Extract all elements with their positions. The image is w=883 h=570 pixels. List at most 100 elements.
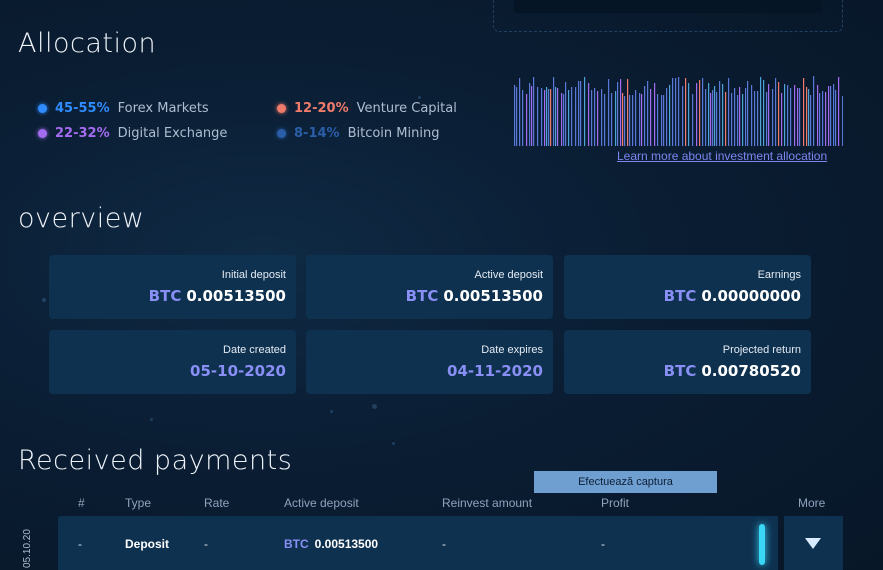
barcode-line — [719, 81, 721, 146]
card-label: Active deposit — [474, 269, 543, 281]
barcode-line — [597, 91, 599, 146]
barcode-line — [568, 90, 570, 146]
learn-more-link[interactable]: Learn more about investment allocation — [617, 149, 827, 163]
barcode-line — [639, 93, 641, 146]
barcode-line — [546, 87, 548, 146]
barcode-line — [716, 92, 718, 146]
legend-dot-icon — [38, 129, 47, 138]
barcode-line — [591, 90, 593, 146]
barcode-line — [669, 85, 671, 146]
top-panel-inner — [514, 0, 822, 13]
barcode-line — [808, 89, 810, 146]
barcode-line — [710, 93, 712, 146]
cell-rate: - — [204, 537, 208, 551]
barcode-line — [654, 83, 656, 146]
barcode-line — [537, 87, 539, 146]
barcode-line — [553, 77, 555, 146]
barcode-line — [742, 94, 744, 146]
barcode-line — [828, 86, 830, 146]
barcode-line — [550, 89, 552, 146]
barcode-line — [688, 83, 690, 146]
top-panel — [493, 0, 843, 32]
legend-label: Venture Capital — [356, 101, 457, 116]
barcode-line — [544, 90, 546, 146]
barcode-line — [584, 77, 586, 146]
barcode-line — [835, 90, 837, 146]
barcode-line — [714, 86, 716, 146]
barcode-line — [678, 77, 680, 146]
barcode-line — [728, 78, 730, 146]
barcode-line — [794, 85, 796, 146]
card-value: BTC 0.00513500 — [405, 287, 543, 305]
barcode-line — [632, 95, 634, 146]
barcode-line — [708, 83, 710, 146]
barcode-line — [588, 83, 590, 146]
barcode-line — [731, 93, 733, 146]
barcode-line — [594, 88, 596, 146]
barcode-line — [696, 83, 698, 146]
overview-title: overview — [18, 203, 145, 234]
legend-label: Bitcoin Mining — [347, 126, 440, 141]
barcode-line — [682, 86, 684, 146]
legend-dot-icon — [277, 104, 286, 113]
barcode-line — [830, 86, 832, 146]
legend-item-venture: 12-20% Venture Capital — [277, 101, 457, 116]
card-projected-return: Projected return BTC 0.00780520 — [564, 330, 811, 394]
barcode-line — [766, 92, 768, 146]
barcode-line — [620, 79, 622, 146]
barcode-line — [563, 94, 565, 146]
barcode-line — [799, 88, 801, 146]
barcode-line — [533, 77, 535, 146]
legend-label: Digital Exchange — [117, 126, 228, 141]
legend-pct: 22-32% — [55, 126, 110, 141]
barcode-line — [604, 94, 606, 146]
legend-item-forex: 45-55% Forex Markets — [38, 101, 209, 116]
barcode-line — [555, 87, 557, 146]
barcode-line — [781, 93, 783, 146]
barcode-line — [734, 88, 736, 146]
chevron-down-icon[interactable] — [805, 538, 821, 549]
barcode-line — [722, 84, 724, 146]
card-label: Date expires — [481, 344, 543, 356]
barcode-line — [557, 88, 559, 146]
barcode-line — [565, 82, 567, 146]
barcode-line — [522, 90, 524, 146]
row-date: 05.10.20 — [22, 529, 33, 568]
barcode-line — [754, 91, 756, 146]
barcode-line — [647, 81, 649, 146]
barcode-line — [519, 78, 521, 146]
barcode-line — [571, 87, 573, 146]
col-header-num: # — [78, 496, 85, 510]
barcode-line — [810, 95, 812, 146]
barcode-line — [611, 93, 613, 146]
legend-item-digital: 22-32% Digital Exchange — [38, 126, 227, 141]
capture-button[interactable]: Efectuează captura — [534, 471, 717, 493]
legend-pct: 45-55% — [55, 101, 110, 116]
row-scroll-indicator[interactable] — [759, 524, 765, 565]
barcode-line — [712, 90, 714, 146]
barcode-line — [819, 93, 821, 146]
barcode-line — [763, 80, 765, 146]
barcode-line — [672, 78, 674, 146]
barcode-line — [751, 85, 753, 146]
barcode-line — [692, 94, 694, 146]
barcode-line — [775, 78, 777, 146]
barcode-line — [817, 85, 819, 146]
col-header-rate: Rate — [204, 496, 230, 510]
legend-item-mining: 8-14% Bitcoin Mining — [277, 126, 439, 141]
col-header-active-deposit: Active deposit — [284, 496, 359, 510]
legend-dot-icon — [277, 129, 286, 138]
card-label: Date created — [223, 344, 286, 356]
barcode-line — [772, 89, 774, 146]
col-header-more: More — [798, 496, 826, 510]
barcode-line — [813, 76, 815, 146]
barcode-line — [737, 95, 739, 146]
card-earnings: Earnings BTC 0.00000000 — [564, 255, 811, 319]
card-date-expires: Date expires 04-11-2020 — [306, 330, 553, 394]
barcode-line — [702, 78, 704, 146]
col-header-type: Type — [125, 496, 152, 510]
legend-dot-icon — [38, 104, 47, 113]
barcode-line — [666, 88, 668, 146]
barcode-line — [760, 77, 762, 146]
barcode-line — [575, 87, 577, 146]
